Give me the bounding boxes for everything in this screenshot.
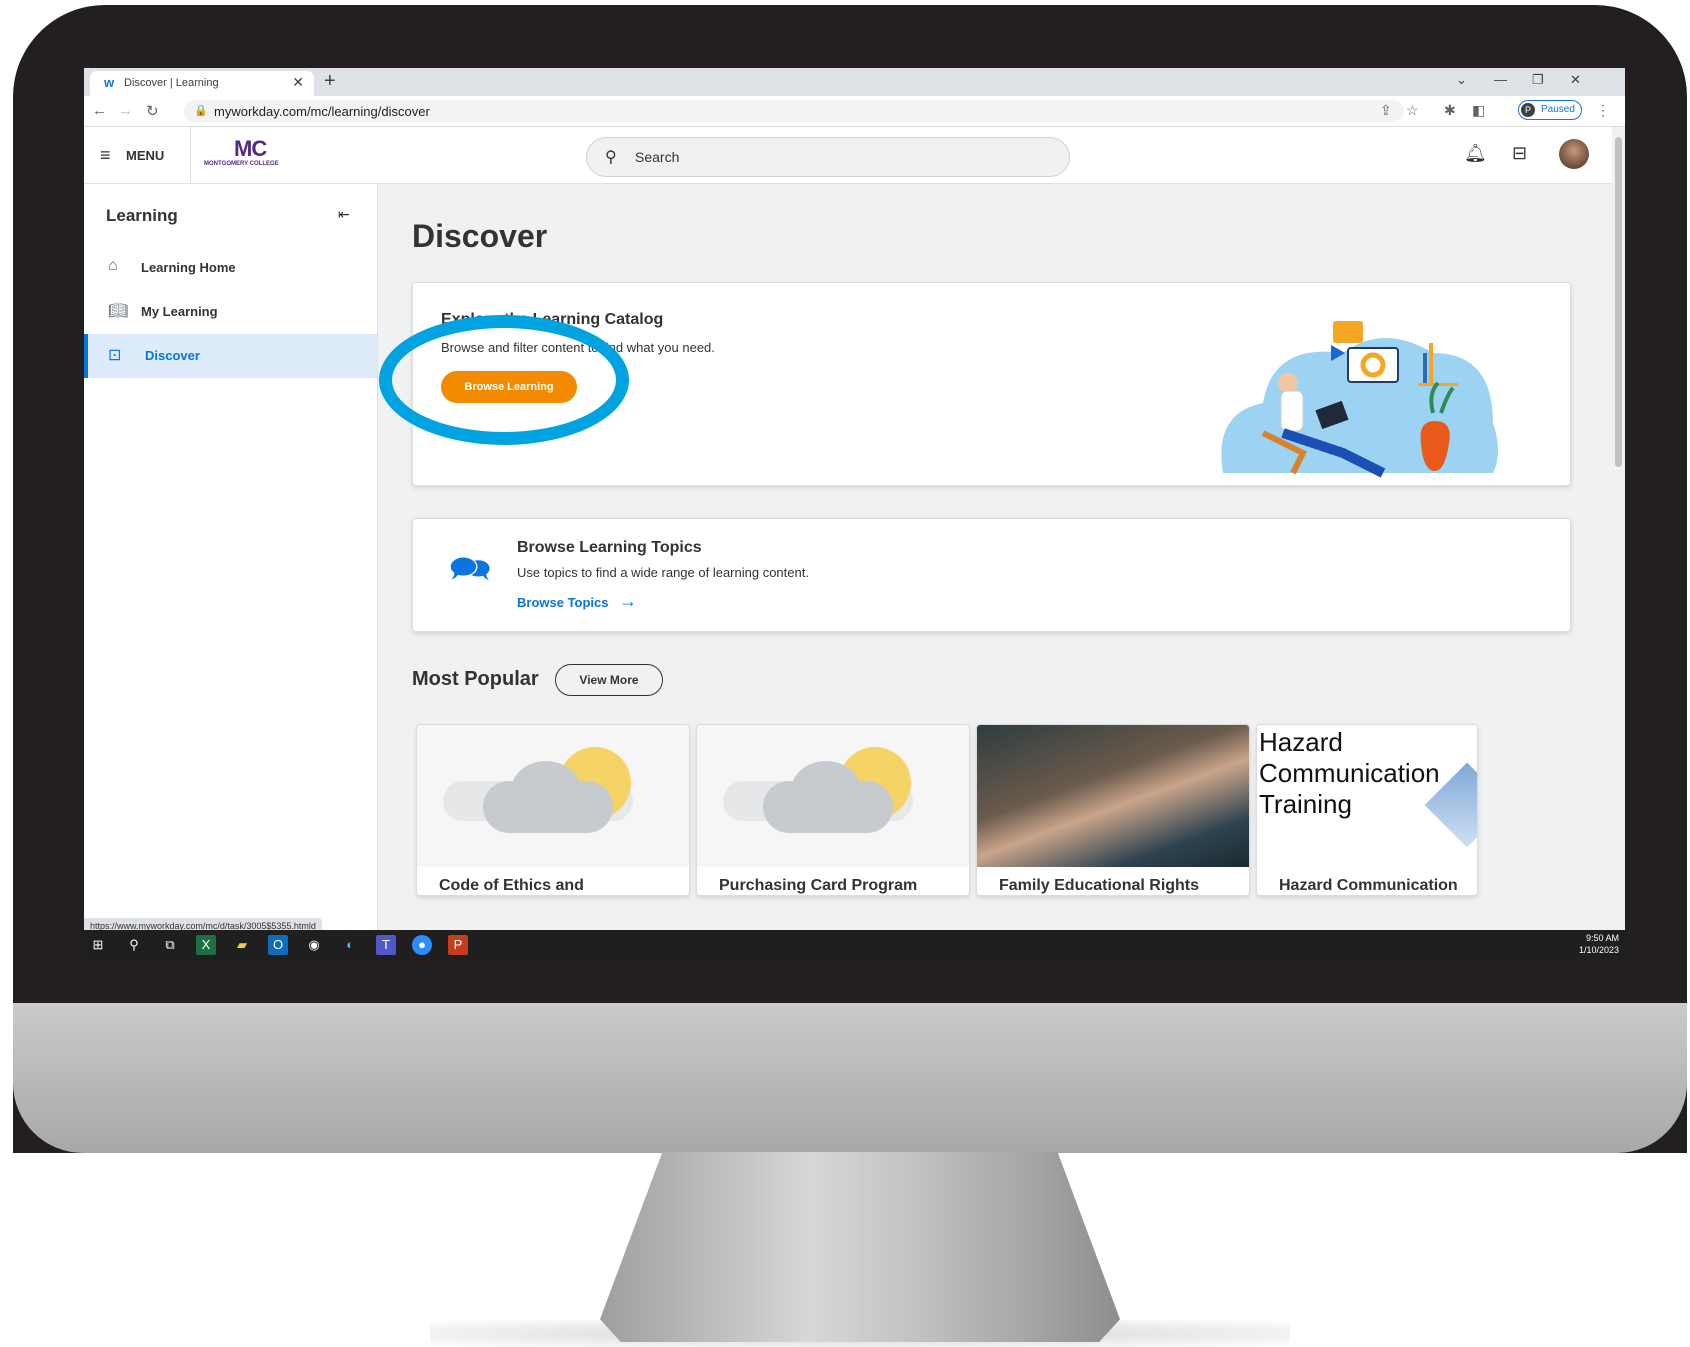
outlook-icon[interactable]: O bbox=[268, 935, 288, 955]
placeholder-cloud-sun-image bbox=[417, 725, 689, 867]
page-title: Discover bbox=[412, 218, 548, 254]
url-text: myworkday.com/mc/learning/discover bbox=[214, 104, 430, 119]
course-card[interactable]: Purchasing Card Program bbox=[696, 724, 970, 896]
system-clock[interactable]: 9:50 AM 1/10/2023 bbox=[1579, 932, 1619, 956]
screen: w Discover | Learning ✕ + ⌄ — ❐ ✕ ← → ↻ … bbox=[84, 68, 1625, 960]
arrow-right-icon[interactable]: → bbox=[619, 591, 637, 612]
discover-icon: ⊡ bbox=[108, 347, 122, 364]
search-input[interactable]: ⚲ Search bbox=[586, 137, 1070, 177]
scrollbar-thumb[interactable] bbox=[1615, 137, 1622, 467]
college-logo[interactable]: MC bbox=[234, 136, 267, 162]
search-placeholder: Search bbox=[635, 149, 680, 165]
excel-icon[interactable]: X bbox=[196, 935, 216, 955]
restore-icon[interactable]: ❐ bbox=[1532, 72, 1544, 88]
profile-button[interactable]: P Paused bbox=[1518, 100, 1582, 120]
sidebar-item-label: My Learning bbox=[141, 304, 218, 319]
minimize-icon[interactable]: — bbox=[1494, 72, 1507, 87]
window-close-icon[interactable]: ✕ bbox=[1570, 72, 1581, 88]
explore-catalog-card: Explore the Learning Catalog Browse and … bbox=[379, 282, 1571, 486]
back-icon[interactable]: ← bbox=[92, 102, 107, 119]
header-divider bbox=[190, 127, 191, 183]
course-card[interactable]: Code of Ethics and bbox=[416, 724, 690, 896]
browser-tabbar: w Discover | Learning ✕ + ⌄ — ❐ ✕ bbox=[84, 68, 1625, 96]
hazard-training-image: Hazard Communication Training bbox=[1257, 725, 1477, 867]
search-icon[interactable]: ⚲ bbox=[124, 935, 144, 955]
course-title: Purchasing Card Program bbox=[719, 877, 918, 894]
hamburger-icon: ≡ bbox=[100, 145, 111, 165]
classroom-photo bbox=[977, 725, 1249, 867]
home-icon: ⌂ bbox=[108, 257, 118, 274]
profile-avatar: P bbox=[1521, 103, 1535, 117]
url-field[interactable]: 🔒 myworkday.com/mc/learning/discover bbox=[184, 100, 1404, 122]
tab-close-icon[interactable]: ✕ bbox=[292, 74, 304, 91]
browse-topics-link[interactable]: Browse Topics bbox=[517, 595, 609, 610]
bookmark-star-icon[interactable]: ☆ bbox=[1406, 102, 1419, 119]
profile-status: Paused bbox=[1541, 104, 1575, 115]
sidebar-item-label: Learning Home bbox=[141, 260, 236, 275]
sidebar: Learning ⇤ ⌂ Learning Home 📖︎ My Learnin… bbox=[84, 184, 378, 960]
lock-icon: 🔒 bbox=[194, 105, 208, 117]
kebab-menu-icon[interactable]: ⋮ bbox=[1596, 102, 1610, 119]
tab-search-icon[interactable]: ⌄ bbox=[1456, 72, 1467, 88]
page-scrollbar[interactable] bbox=[1612, 127, 1625, 960]
course-card[interactable]: Hazard Communication Training Hazard Com… bbox=[1256, 724, 1478, 896]
reload-icon[interactable]: ↻ bbox=[146, 102, 159, 120]
side-panel-icon[interactable]: ◧ bbox=[1472, 102, 1485, 119]
taskbar: ⊞ ⚲ ⧉ X ▰ O ◉ ◐ T ● P 9:50 AM 1/10/2023 bbox=[84, 930, 1625, 960]
clock-date: 1/10/2023 bbox=[1578, 945, 1619, 955]
powerpoint-icon[interactable]: P bbox=[448, 935, 468, 955]
sidebar-title: Learning bbox=[106, 206, 178, 225]
task-view-icon[interactable]: ⧉ bbox=[160, 935, 180, 955]
edge-icon[interactable]: ◐ bbox=[340, 935, 360, 955]
topics-title: Browse Learning Topics bbox=[517, 539, 702, 556]
extensions-icon[interactable]: ✱ bbox=[1444, 102, 1456, 119]
app-header: ≡ MENU MC MONTGOMERY COLLEGE ⚲ Search 🔔︎… bbox=[84, 127, 1612, 184]
user-avatar[interactable] bbox=[1559, 139, 1589, 169]
share-icon[interactable]: ⇪ bbox=[1380, 102, 1392, 119]
most-popular-heading: Most Popular bbox=[412, 668, 539, 690]
monitor-chin bbox=[13, 1003, 1687, 1153]
inbox-icon[interactable]: ⊟ bbox=[1512, 143, 1527, 164]
clock-time: 9:50 AM bbox=[1585, 933, 1619, 943]
search-icon: ⚲ bbox=[605, 149, 617, 166]
sidebar-item-discover[interactable]: ⊡ Discover bbox=[84, 334, 377, 378]
highlight-annotation-oval bbox=[379, 315, 629, 445]
file-explorer-icon[interactable]: ▰ bbox=[232, 935, 252, 955]
bell-icon[interactable]: 🔔︎ bbox=[1464, 143, 1487, 164]
sidebar-item-my-learning[interactable]: 📖︎ My Learning bbox=[84, 290, 377, 334]
sidebar-item-label: Discover bbox=[145, 348, 200, 363]
course-title: Code of Ethics and bbox=[439, 877, 584, 894]
menu-label: MENU bbox=[126, 148, 165, 163]
placeholder-cloud-sun-image bbox=[697, 725, 969, 867]
learning-illustration bbox=[1221, 321, 1498, 478]
windows-start-icon[interactable]: ⊞ bbox=[88, 935, 108, 955]
monitor-stand bbox=[600, 1152, 1120, 1342]
sidebar-item-learning-home[interactable]: ⌂ Learning Home bbox=[84, 246, 377, 290]
new-tab-icon[interactable]: + bbox=[324, 70, 336, 93]
college-logo-subtext: MONTGOMERY COLLEGE bbox=[204, 161, 279, 167]
browse-topics-card: 🗪︎ Browse Learning Topics Use topics to … bbox=[412, 518, 1571, 632]
hazard-thumb-text: Hazard Communication Training bbox=[1259, 727, 1440, 819]
address-bar: ← → ↻ 🔒 myworkday.com/mc/learning/discov… bbox=[84, 96, 1625, 127]
browser-tab[interactable]: w Discover | Learning ✕ bbox=[90, 71, 314, 96]
topics-description: Use topics to find a wide range of learn… bbox=[517, 565, 809, 580]
workday-favicon-icon: w bbox=[103, 75, 115, 90]
zoom-icon[interactable]: ● bbox=[412, 935, 432, 955]
course-title: Hazard Communication bbox=[1279, 877, 1458, 894]
view-more-button[interactable]: View More bbox=[555, 664, 663, 696]
book-icon: 📖︎ bbox=[108, 303, 129, 320]
tab-title: Discover | Learning bbox=[124, 77, 219, 89]
course-title: Family Educational Rights bbox=[999, 877, 1200, 894]
forward-icon[interactable]: → bbox=[118, 102, 133, 119]
main-content: Discover Explore the Learning Catalog Br… bbox=[378, 184, 1612, 960]
chrome-icon[interactable]: ◉ bbox=[304, 935, 324, 955]
teams-icon[interactable]: T bbox=[376, 935, 396, 955]
course-card[interactable]: Family Educational Rights bbox=[976, 724, 1250, 896]
chat-bubbles-icon: 🗪︎ bbox=[449, 550, 492, 588]
collapse-sidebar-icon[interactable]: ⇤ bbox=[338, 206, 350, 223]
